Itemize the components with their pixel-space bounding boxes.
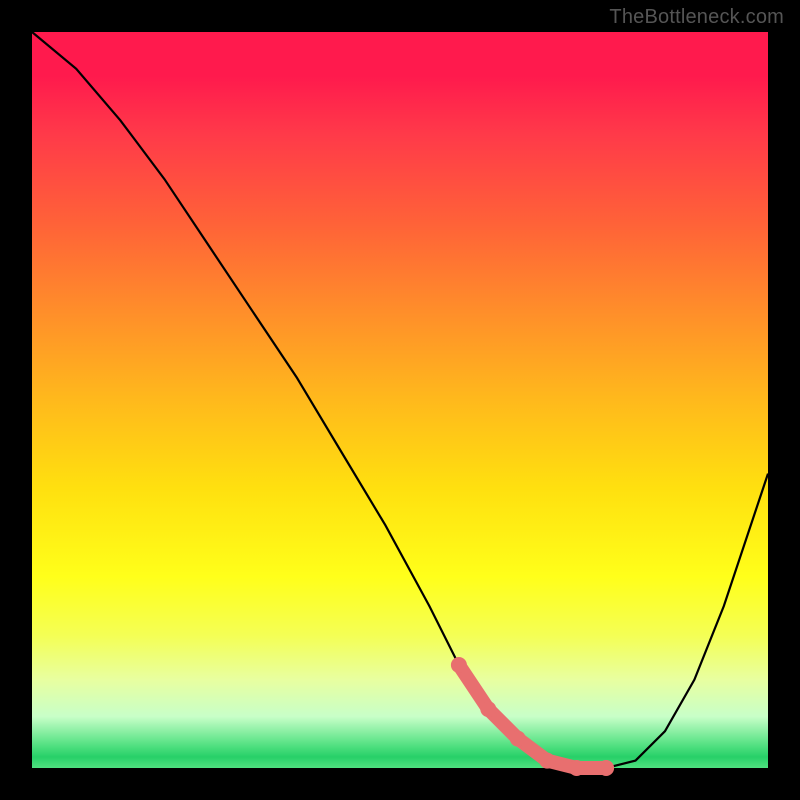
highlight-dot: [480, 701, 496, 717]
highlight-dot: [569, 760, 585, 776]
highlight-dot: [539, 753, 555, 769]
curve-path: [32, 32, 768, 768]
highlight-dot: [510, 731, 526, 747]
bottleneck-curve: [32, 32, 768, 768]
highlight-band: [459, 665, 606, 768]
watermark-text: TheBottleneck.com: [609, 6, 784, 29]
highlight-dot: [598, 760, 614, 776]
chart-plot-area: [32, 32, 768, 768]
highlight-dot: [451, 657, 467, 673]
